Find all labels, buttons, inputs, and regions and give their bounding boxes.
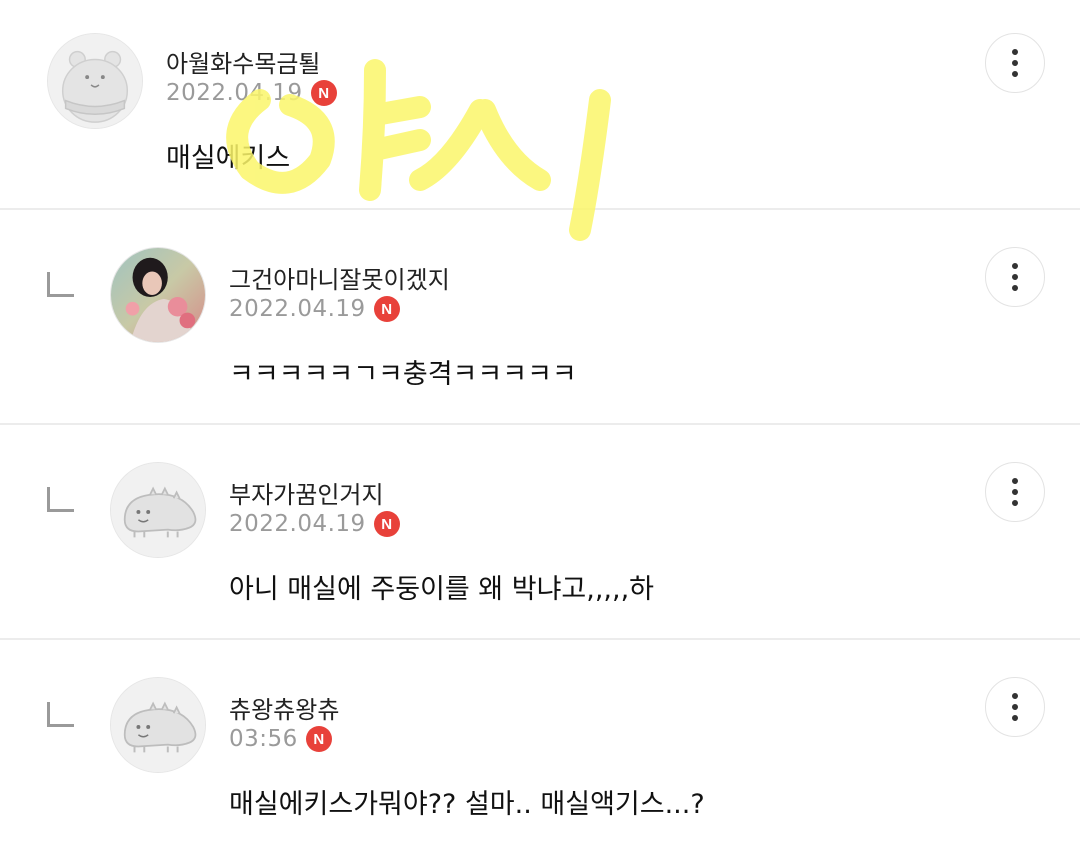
comment-text: 매실에키스가뭐야?? 설마.. 매실액기스...? (229, 789, 705, 820)
comment-date: 2022.04.19 (166, 80, 303, 106)
more-options-button[interactable] (985, 462, 1045, 522)
more-vertical-icon (1012, 693, 1018, 699)
comment-date: 03:56 (229, 726, 298, 752)
more-vertical-icon (1012, 478, 1018, 484)
comment-text: 매실에키스 (166, 143, 291, 174)
comment-nickname[interactable]: 부자가꿈인거지 (229, 475, 384, 510)
comment-meta: 03:56 N (229, 726, 332, 752)
lizard-avatar-icon (111, 678, 205, 772)
more-options-button[interactable] (985, 33, 1045, 93)
more-options-button[interactable] (985, 677, 1045, 737)
avatar[interactable] (110, 462, 206, 558)
comment-date: 2022.04.19 (229, 296, 366, 322)
more-vertical-icon (1012, 263, 1018, 269)
more-vertical-icon (1012, 49, 1018, 55)
reply-arrow-icon (47, 487, 74, 512)
reply-arrow-icon (47, 272, 74, 297)
more-vertical-icon-dot (1012, 274, 1018, 280)
comment-meta: 2022.04.19 N (166, 80, 337, 106)
comment-item: 그건아마니잘못이겠지 2022.04.19 N ㅋㅋㅋㅋㅋㄱㅋ충격ㅋㅋㅋㅋㅋ (0, 210, 1080, 423)
comment-item: 아월화수목금퇼 2022.04.19 N 매실에키스 (0, 0, 1080, 208)
more-options-button[interactable] (985, 247, 1045, 307)
profile-photo-avatar (111, 248, 205, 342)
new-badge: N (310, 80, 337, 106)
more-vertical-icon-dot (1012, 71, 1018, 77)
more-vertical-icon-dot (1012, 60, 1018, 66)
more-vertical-icon-dot (1012, 489, 1018, 495)
comment-text: 아니 매실에 주둥이를 왜 박냐고,,,,,하 (229, 574, 655, 605)
comment-meta: 2022.04.19 N (229, 296, 400, 322)
comment-nickname[interactable]: 츄왕츄왕츄 (229, 690, 339, 725)
avatar[interactable] (110, 677, 206, 773)
comment-date: 2022.04.19 (229, 511, 366, 537)
hamster-avatar-icon (48, 34, 142, 128)
new-badge: N (305, 726, 332, 752)
comment-item: 츄왕츄왕츄 03:56 N 매실에키스가뭐야?? 설마.. 매실액기스...? (0, 640, 1080, 852)
comment-nickname[interactable]: 그건아마니잘못이겠지 (229, 260, 450, 295)
new-badge: N (373, 296, 400, 322)
reply-arrow-icon (47, 702, 74, 727)
comment-text: ㅋㅋㅋㅋㅋㄱㅋ충격ㅋㅋㅋㅋㅋ (229, 359, 577, 390)
comment-meta: 2022.04.19 N (229, 511, 400, 537)
more-vertical-icon-dot (1012, 500, 1018, 506)
avatar[interactable] (110, 247, 206, 343)
new-badge: N (373, 511, 400, 537)
comment-item: 부자가꿈인거지 2022.04.19 N 아니 매실에 주둥이를 왜 박냐고,,… (0, 425, 1080, 638)
avatar[interactable] (47, 33, 143, 129)
more-vertical-icon-dot (1012, 285, 1018, 291)
more-vertical-icon-dot (1012, 704, 1018, 710)
lizard-avatar-icon (111, 463, 205, 557)
more-vertical-icon-dot (1012, 715, 1018, 721)
comment-nickname[interactable]: 아월화수목금퇼 (166, 44, 321, 79)
